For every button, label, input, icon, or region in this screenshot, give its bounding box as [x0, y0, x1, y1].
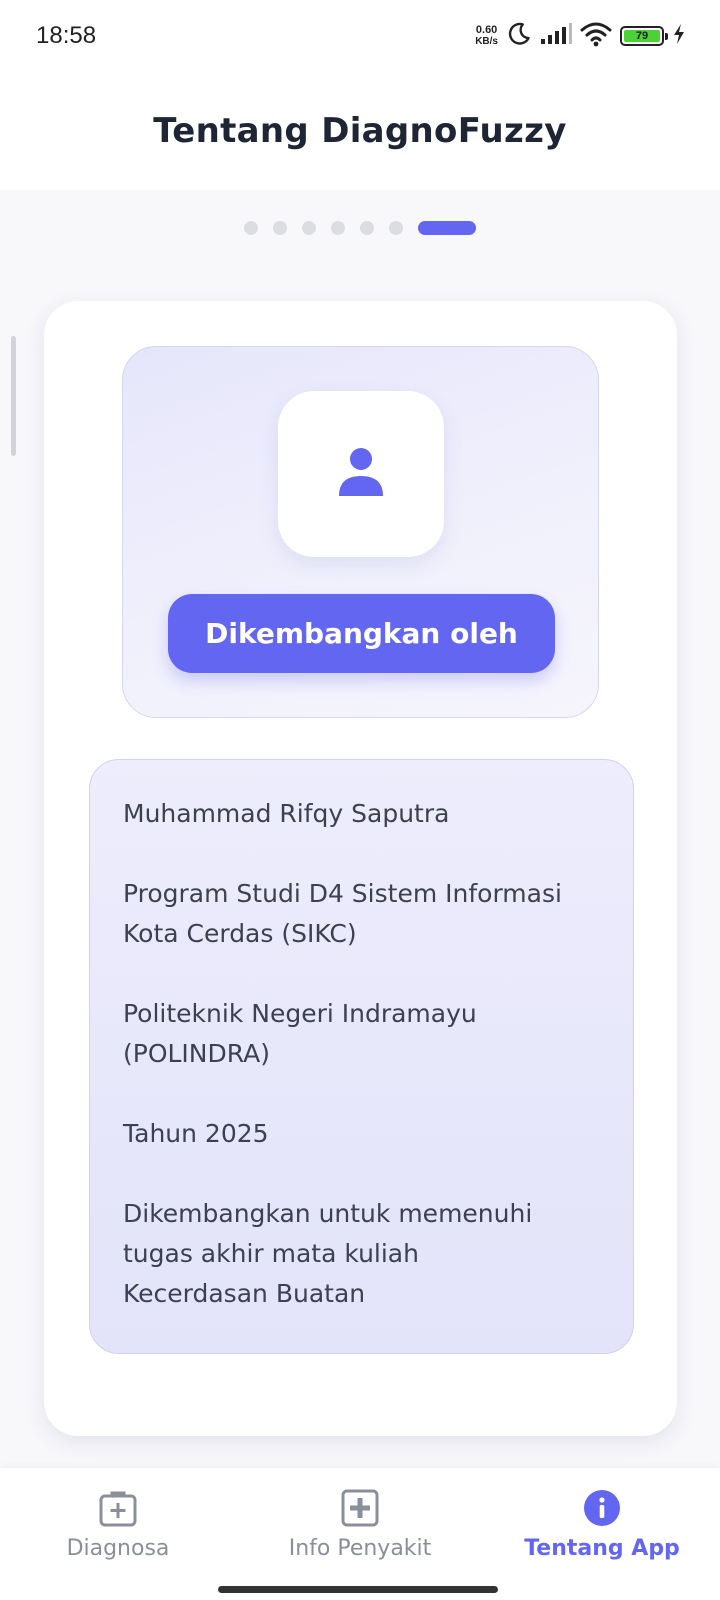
app-bar: Tentang DiagnoFuzzy	[0, 72, 720, 190]
battery-icon: 79	[620, 26, 668, 46]
page-dot[interactable]	[331, 221, 345, 235]
page-title: Tentang DiagnoFuzzy	[153, 111, 567, 151]
nav-label-diagnosa: Diagnosa	[66, 1536, 170, 1561]
status-bar: 18:58 0.60 KB/s 79	[0, 0, 720, 72]
purpose: Dikembangkan untuk memenuhi tugas akhir …	[123, 1199, 533, 1308]
nav-item-info-penyakit[interactable]: Info Penyakit	[250, 1488, 470, 1568]
nav-label-tentang-app: Tentang App	[524, 1536, 680, 1561]
battery-level: 79	[624, 30, 660, 42]
page-dot[interactable]	[273, 221, 287, 235]
page-dot[interactable]	[389, 221, 403, 235]
nav-item-tentang-app[interactable]: Tentang App	[492, 1488, 712, 1568]
info-icon	[582, 1488, 622, 1528]
page-indicator	[0, 220, 720, 236]
developer-heading: Dikembangkan oleh	[168, 594, 555, 673]
year: Tahun 2025	[123, 1119, 269, 1148]
developer-name: Muhammad Rifqy Saputra	[123, 799, 450, 828]
avatar	[278, 391, 444, 557]
network-speed-unit: KB/s	[475, 36, 498, 47]
page-dot[interactable]	[360, 221, 374, 235]
bottom-navigation: Diagnosa Info Penyakit Tentang App	[0, 1468, 720, 1600]
developer-info: Muhammad Rifqy Saputra Program Studi D4 …	[89, 759, 634, 1354]
status-icons: 0.60 KB/s 79	[475, 20, 686, 52]
medical-cross-icon	[340, 1488, 380, 1528]
institution: Politeknik Negeri Indramayu (POLINDRA)	[123, 999, 477, 1068]
nav-item-diagnosa[interactable]: Diagnosa	[8, 1488, 228, 1568]
moon-icon	[506, 21, 532, 51]
signal-icon	[540, 23, 572, 49]
page-dot-active[interactable]	[418, 221, 476, 235]
page-dot[interactable]	[302, 221, 316, 235]
nav-label-info-penyakit: Info Penyakit	[288, 1536, 432, 1561]
person-icon	[333, 444, 389, 504]
study-program: Program Studi D4 Sistem Informasi Kota C…	[123, 879, 562, 948]
network-speed-value: 0.60	[475, 24, 498, 36]
medical-kit-icon	[98, 1488, 138, 1528]
charging-icon	[672, 23, 686, 49]
status-time: 18:58	[36, 22, 97, 49]
developer-card: Dikembangkan oleh Muhammad Rifqy Saputra…	[44, 301, 677, 1436]
network-speed: 0.60 KB/s	[475, 24, 498, 48]
scrollbar[interactable]	[11, 336, 16, 456]
page-dot[interactable]	[244, 221, 258, 235]
developer-hero: Dikembangkan oleh	[122, 346, 599, 718]
wifi-icon	[580, 21, 612, 51]
home-indicator[interactable]	[218, 1586, 498, 1593]
about-content[interactable]: Dikembangkan oleh Muhammad Rifqy Saputra…	[0, 190, 720, 1468]
